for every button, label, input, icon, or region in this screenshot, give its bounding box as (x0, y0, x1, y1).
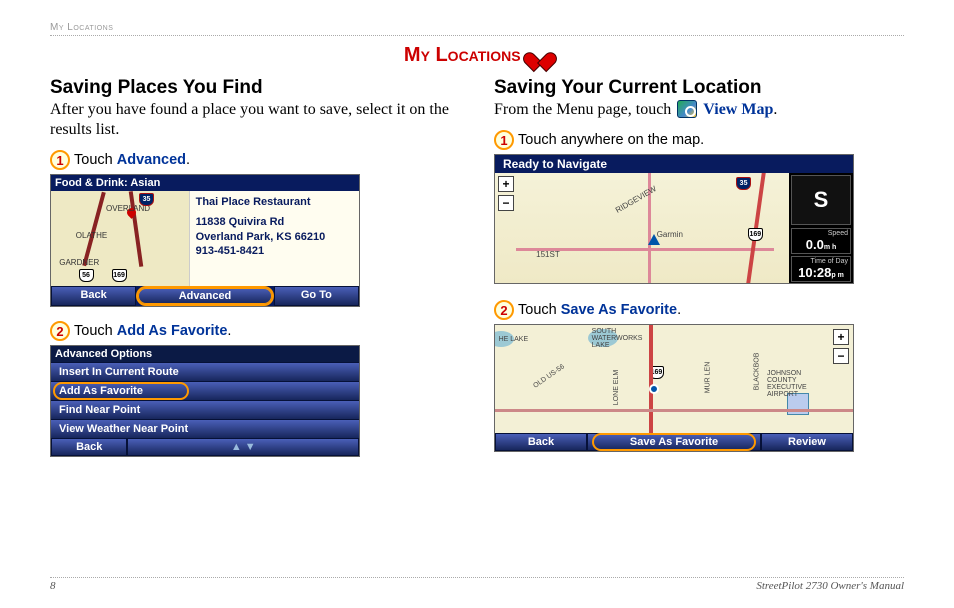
left-section-title: Saving Places You Find (50, 77, 460, 99)
save-review-button[interactable]: Review (761, 433, 853, 451)
header-text: My Locations (50, 22, 113, 33)
nav-info-panel: S Speed 0.0m h Time of Day 10:28p m (789, 173, 853, 283)
view-map-link: View Map (703, 101, 773, 118)
left-step-2: 2 Touch Add As Favorite. (50, 321, 460, 341)
heart-icon (528, 44, 550, 64)
right-section-title: Saving Your Current Location (494, 77, 904, 99)
left-step-1: 1 Touch Advanced. (50, 150, 460, 170)
step-number-2r-icon: 2 (494, 300, 514, 320)
manual-title: StreetPilot 2730 Owner's Manual (756, 580, 904, 592)
save-back-button[interactable]: Back (495, 433, 587, 451)
save-favorite-link: Save As Favorite (561, 302, 677, 318)
add-favorite-link: Add As Favorite (117, 323, 228, 339)
direction-box[interactable]: S (791, 175, 851, 225)
ss1-detail-panel: Thai Place Restaurant 11838 Quivira Rd O… (190, 191, 359, 286)
ss2-scroll-arrows[interactable]: ▲ ▼ (127, 438, 359, 456)
ss1-back-button[interactable]: Back (51, 286, 136, 306)
ss1-goto-button[interactable]: Go To (274, 286, 359, 306)
page-title: My Locations (50, 44, 904, 67)
advanced-link: Advanced (117, 152, 186, 168)
time-box[interactable]: Time of Day 10:28p m (791, 256, 851, 282)
ss1-map-area[interactable]: OVERLAND OLATHE GARDNER 35 56 169 (51, 191, 190, 286)
nav-map-area[interactable]: + − 151ST RIDGEVIEW Garmin 35 169 (495, 173, 789, 283)
column-right: Saving Your Current Location From the Me… (494, 77, 904, 467)
save-as-favorite-button[interactable]: Save As Favorite (587, 433, 761, 451)
step-number-1-icon: 1 (50, 150, 70, 170)
screenshot-nav-map: Ready to Navigate + − 151ST RIDGEVIEW Ga… (494, 154, 854, 284)
screenshot-save-map: + − SOUTH WATERWORKS LAKE HE LAKE OLD US… (494, 324, 854, 452)
zoom-in2-button[interactable]: + (833, 329, 849, 345)
zoom-out2-button[interactable]: − (833, 348, 849, 364)
save-map-area[interactable]: + − SOUTH WATERWORKS LAKE HE LAKE OLD US… (495, 325, 853, 433)
nav-title: Ready to Navigate (495, 155, 853, 173)
zoom-in-button[interactable]: + (498, 176, 514, 192)
ss2-item-add-favorite[interactable]: Add As Favorite (51, 381, 359, 400)
screenshot-poi-detail: Food & Drink: Asian OVERLAND OLATHE GARD… (50, 174, 360, 307)
ss2-item-insert-route[interactable]: Insert In Current Route (51, 362, 359, 381)
column-left: Saving Places You Find After you have fo… (50, 77, 460, 467)
ss1-header: Food & Drink: Asian (51, 175, 359, 191)
left-intro: After you have found a place you want to… (50, 100, 460, 140)
header-breadcrumb: My Locations (50, 22, 904, 36)
page-footer: 8 StreetPilot 2730 Owner's Manual (50, 577, 904, 592)
view-map-icon (677, 100, 697, 118)
ss2-header: Advanced Options (51, 346, 359, 362)
step-number-1r-icon: 1 (494, 130, 514, 150)
right-step-2: 2 Touch Save As Favorite. (494, 300, 904, 320)
ss2-back-button[interactable]: Back (51, 438, 127, 456)
right-step-1: 1 Touch anywhere on the map. (494, 130, 904, 150)
ss2-item-weather[interactable]: View Weather Near Point (51, 419, 359, 438)
ss1-advanced-button[interactable]: Advanced (136, 286, 273, 306)
screenshot-advanced-options: Advanced Options Insert In Current Route… (50, 345, 360, 457)
page-number: 8 (50, 580, 56, 592)
ss2-item-find-near[interactable]: Find Near Point (51, 400, 359, 419)
zoom-out-button[interactable]: − (498, 195, 514, 211)
speed-box[interactable]: Speed 0.0m h (791, 228, 851, 254)
right-intro: From the Menu page, touch View Map. (494, 100, 904, 120)
step-number-2-icon: 2 (50, 321, 70, 341)
